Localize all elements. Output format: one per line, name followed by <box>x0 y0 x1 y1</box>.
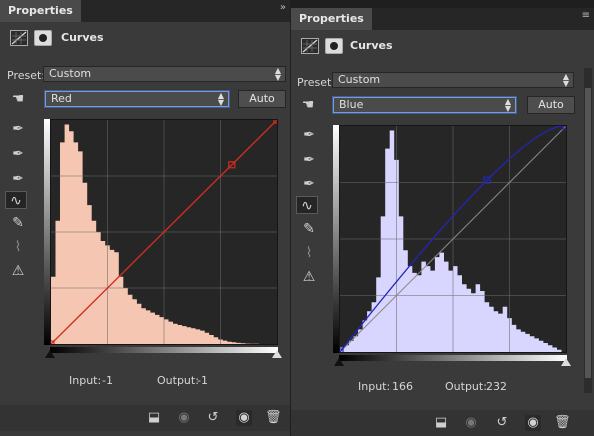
curves-graph[interactable] <box>50 119 278 345</box>
view-previous-state-icon[interactable]: ◉ <box>463 415 479 431</box>
preset-label: Preset: <box>7 69 46 82</box>
auto-button[interactable]: Auto <box>527 96 575 114</box>
reset-icon[interactable]: ↺ <box>205 410 221 426</box>
curves-graph[interactable] <box>339 125 567 353</box>
preset-value: Custom <box>49 67 92 80</box>
preset-select[interactable]: Custom ▲ ▼ <box>43 66 286 82</box>
white-point-slider[interactable] <box>272 350 282 358</box>
black-point-slider[interactable] <box>334 358 344 366</box>
draw-curve-pencil-icon[interactable]: ✎ <box>7 214 29 232</box>
channel-select[interactable]: Blue ▲ ▼ <box>333 97 516 113</box>
auto-button[interactable]: Auto <box>238 90 286 108</box>
panel-header: Curves <box>0 22 290 58</box>
chevron-updown-icon: ▲ ▼ <box>217 91 224 107</box>
collapse-icon[interactable]: » <box>280 2 286 13</box>
panel-footer: ⬓ ◉ ↺ ◉ 🗑 <box>291 410 594 436</box>
smooth-curve-icon[interactable]: ⌇ <box>7 238 29 256</box>
visibility-eye-icon[interactable]: ◉ <box>236 410 252 426</box>
clip-to-layer-icon[interactable]: ⬓ <box>433 415 449 431</box>
panel-footer: ⬓ ◉ ↺ ◉ 🗑 <box>0 405 290 431</box>
input-label: Input: <box>69 374 102 387</box>
layer-mask-icon[interactable] <box>325 38 343 54</box>
reset-icon[interactable]: ↺ <box>494 415 510 431</box>
curves-adjustment-icon <box>10 30 28 46</box>
gray-point-eyedropper-icon[interactable]: ✒ <box>7 145 29 163</box>
targeted-adjustment-hand-icon[interactable]: ☚ <box>297 96 319 114</box>
gray-point-eyedropper-icon[interactable]: ✒ <box>298 151 320 169</box>
channel-value: Blue <box>339 98 364 111</box>
white-point-eyedropper-icon[interactable]: ✒ <box>298 175 320 193</box>
white-point-eyedropper-icon[interactable]: ✒ <box>7 170 29 188</box>
preset-select[interactable]: Custom ▲ ▼ <box>332 72 574 88</box>
output-value: 232 <box>486 380 507 393</box>
white-point-slider[interactable] <box>561 358 571 366</box>
smooth-curve-icon[interactable]: ⌇ <box>298 244 320 262</box>
draw-curve-pencil-icon[interactable]: ✎ <box>298 220 320 238</box>
preset-label: Preset: <box>297 76 336 89</box>
panel-title: Curves <box>61 31 104 44</box>
delete-trash-icon[interactable]: 🗑 <box>554 415 571 431</box>
delete-trash-icon[interactable]: 🗑 <box>265 410 282 426</box>
panel-title: Curves <box>350 39 393 52</box>
chevron-updown-icon: ▲ ▼ <box>562 72 569 88</box>
view-previous-state-icon[interactable]: ◉ <box>176 410 192 426</box>
panel-header: Curves <box>291 30 594 66</box>
edit-points-curve-icon[interactable]: ∿ <box>296 196 318 214</box>
vertical-scrollbar[interactable] <box>584 68 592 393</box>
input-gradient <box>50 347 278 353</box>
tab-bar: Properties ≡ <box>291 8 594 30</box>
output-value: -1 <box>197 374 208 387</box>
edit-points-curve-icon[interactable]: ∿ <box>5 191 27 209</box>
preset-value: Custom <box>338 73 381 86</box>
output-label: Output: <box>445 380 487 393</box>
properties-panel-right: Properties ≡ Curves Preset: Custom ▲ ▼ ☚ … <box>291 8 594 436</box>
tab-bar: Properties » <box>0 0 290 22</box>
scrollbar-thumb[interactable] <box>585 88 591 378</box>
chevron-updown-icon: ▲ ▼ <box>274 66 281 82</box>
visibility-eye-icon[interactable]: ◉ <box>525 415 541 431</box>
clipping-warning-icon[interactable]: ⚠ <box>7 262 29 280</box>
black-point-eyedropper-icon[interactable]: ✒ <box>7 120 29 138</box>
tab-properties[interactable]: Properties <box>291 8 372 30</box>
black-point-slider[interactable] <box>45 350 55 358</box>
input-gradient <box>339 355 567 361</box>
black-point-eyedropper-icon[interactable]: ✒ <box>298 126 320 144</box>
curves-adjustment-icon <box>301 38 319 54</box>
panel-menu-icon[interactable]: ≡ <box>582 10 590 21</box>
properties-panel-left: Properties » Curves Preset: Custom ▲ ▼ ☚ … <box>0 0 290 436</box>
clipping-warning-icon[interactable]: ⚠ <box>298 268 320 286</box>
targeted-adjustment-hand-icon[interactable]: ☚ <box>7 90 29 108</box>
input-value: -1 <box>102 374 113 387</box>
channel-value: Red <box>51 92 72 105</box>
channel-select[interactable]: Red ▲ ▼ <box>45 91 229 107</box>
layer-mask-icon[interactable] <box>34 30 52 46</box>
clip-to-layer-icon[interactable]: ⬓ <box>146 410 162 426</box>
input-label: Input: <box>358 380 391 393</box>
tab-properties[interactable]: Properties <box>0 0 81 22</box>
output-label: Output: <box>157 374 199 387</box>
chevron-updown-icon: ▲ ▼ <box>504 97 511 113</box>
input-value: 166 <box>392 380 413 393</box>
